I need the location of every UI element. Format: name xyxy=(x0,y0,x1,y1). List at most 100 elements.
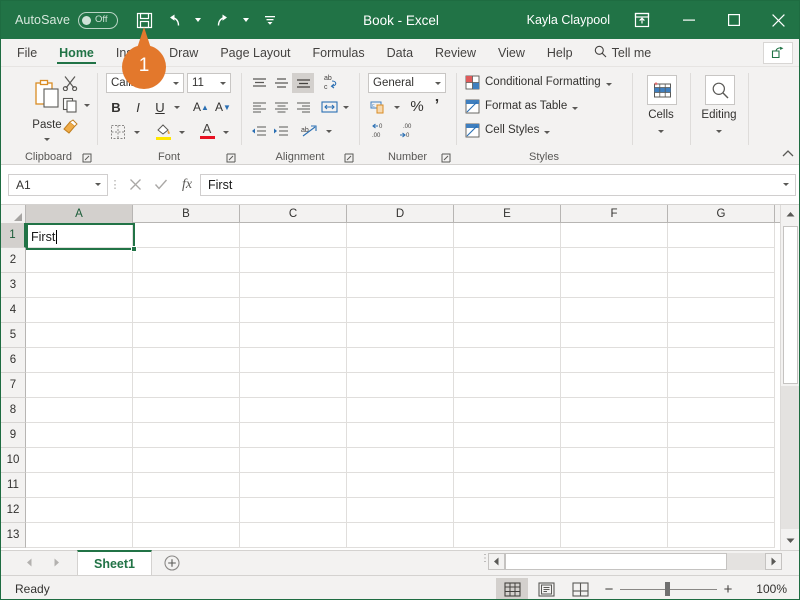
account-name[interactable]: Kayla Claypool xyxy=(527,13,610,27)
cell-G2[interactable] xyxy=(668,248,775,273)
row-header-2[interactable]: 2 xyxy=(1,248,26,273)
cell-B10[interactable] xyxy=(133,448,240,473)
cell-E13[interactable] xyxy=(454,523,561,548)
cell-D8[interactable] xyxy=(347,398,454,423)
name-box-chevron-down-icon[interactable] xyxy=(89,183,107,186)
tab-data[interactable]: Data xyxy=(376,39,424,66)
column-header-g[interactable]: G xyxy=(668,205,775,223)
editing-dropdown-icon[interactable] xyxy=(711,125,727,137)
cell-C11[interactable] xyxy=(240,473,347,498)
zoom-slider-thumb[interactable] xyxy=(665,582,670,596)
cell-A2[interactable] xyxy=(26,248,133,273)
row-header-11[interactable]: 11 xyxy=(1,473,26,498)
name-box[interactable]: A1 xyxy=(8,173,108,196)
row-header-5[interactable]: 5 xyxy=(1,323,26,348)
tab-file[interactable]: File xyxy=(1,39,48,66)
cell-D13[interactable] xyxy=(347,523,454,548)
cell-E1[interactable] xyxy=(454,223,561,248)
merge-dropdown-icon[interactable] xyxy=(340,97,352,117)
align-right-icon[interactable] xyxy=(292,97,314,117)
row-header-6[interactable]: 6 xyxy=(1,348,26,373)
column-header-d[interactable]: D xyxy=(347,205,454,223)
font-dialog-launcher[interactable] xyxy=(226,151,237,163)
cell-F13[interactable] xyxy=(561,523,668,548)
row-header-4[interactable]: 4 xyxy=(1,298,26,323)
cell-B7[interactable] xyxy=(133,373,240,398)
format-painter-brush-icon[interactable] xyxy=(59,117,81,137)
tab-help[interactable]: Help xyxy=(536,39,584,66)
percent-style-button[interactable]: % xyxy=(407,95,427,117)
scroll-right-arrow-icon[interactable] xyxy=(765,553,782,570)
underline-button[interactable]: U xyxy=(150,97,170,117)
horizontal-scrollbar-track[interactable] xyxy=(505,553,765,570)
comma-style-button[interactable]: ’ xyxy=(428,95,446,117)
accounting-dropdown-icon[interactable] xyxy=(391,97,403,117)
cell-E4[interactable] xyxy=(454,298,561,323)
cell-E6[interactable] xyxy=(454,348,561,373)
cell-B13[interactable] xyxy=(133,523,240,548)
zoom-level-label[interactable]: 100% xyxy=(739,582,787,596)
redo-icon[interactable] xyxy=(208,6,236,34)
cell-G9[interactable] xyxy=(668,423,775,448)
cell-E10[interactable] xyxy=(454,448,561,473)
scroll-left-arrow-icon[interactable] xyxy=(488,553,505,570)
conditional-formatting-button[interactable]: Conditional Formatting xyxy=(465,73,612,91)
cell-F6[interactable] xyxy=(561,348,668,373)
row-header-10[interactable]: 10 xyxy=(1,448,26,473)
cell-A7[interactable] xyxy=(26,373,133,398)
row-header-3[interactable]: 3 xyxy=(1,273,26,298)
cell-C6[interactable] xyxy=(240,348,347,373)
cell-F11[interactable] xyxy=(561,473,668,498)
cell-D4[interactable] xyxy=(347,298,454,323)
borders-icon[interactable] xyxy=(106,121,130,143)
cell-A12[interactable] xyxy=(26,498,133,523)
cell-F4[interactable] xyxy=(561,298,668,323)
grow-font-button[interactable]: A ▲ xyxy=(191,97,211,117)
cell-E5[interactable] xyxy=(454,323,561,348)
zoom-in-button[interactable]: + xyxy=(717,578,739,599)
cell-C2[interactable] xyxy=(240,248,347,273)
cell-C13[interactable] xyxy=(240,523,347,548)
column-header-a[interactable]: A xyxy=(26,205,133,223)
cell-C7[interactable] xyxy=(240,373,347,398)
clipboard-dialog-launcher[interactable] xyxy=(82,151,93,163)
tab-home[interactable]: Home xyxy=(48,39,105,66)
increase-indent-icon[interactable] xyxy=(270,121,292,141)
orientation-icon[interactable]: ab xyxy=(298,121,322,141)
cell-E2[interactable] xyxy=(454,248,561,273)
enter-check-icon[interactable] xyxy=(148,173,174,197)
decrease-decimal-icon[interactable]: .00 0 xyxy=(396,119,422,141)
cell-D5[interactable] xyxy=(347,323,454,348)
cell-B5[interactable] xyxy=(133,323,240,348)
cell-D6[interactable] xyxy=(347,348,454,373)
cell-G13[interactable] xyxy=(668,523,775,548)
cells-area[interactable] xyxy=(26,223,782,550)
row-header-1[interactable]: 1 xyxy=(1,223,26,248)
cell-F8[interactable] xyxy=(561,398,668,423)
cell-C10[interactable] xyxy=(240,448,347,473)
cell-D2[interactable] xyxy=(347,248,454,273)
cell-F2[interactable] xyxy=(561,248,668,273)
tab-formulas[interactable]: Formulas xyxy=(302,39,376,66)
cell-E12[interactable] xyxy=(454,498,561,523)
cell-F10[interactable] xyxy=(561,448,668,473)
cell-B6[interactable] xyxy=(133,348,240,373)
cell-C9[interactable] xyxy=(240,423,347,448)
scroll-up-arrow-icon[interactable] xyxy=(781,205,799,224)
fill-color-icon[interactable] xyxy=(151,119,175,143)
cell-D12[interactable] xyxy=(347,498,454,523)
cell-E7[interactable] xyxy=(454,373,561,398)
cell-G11[interactable] xyxy=(668,473,775,498)
cell-C4[interactable] xyxy=(240,298,347,323)
column-header-c[interactable]: C xyxy=(240,205,347,223)
cell-G7[interactable] xyxy=(668,373,775,398)
cell-A3[interactable] xyxy=(26,273,133,298)
cell-G3[interactable] xyxy=(668,273,775,298)
increase-decimal-icon[interactable]: 0 .00 xyxy=(368,119,394,141)
cell-G12[interactable] xyxy=(668,498,775,523)
tab-draw[interactable]: Draw xyxy=(158,39,209,66)
collapse-ribbon-chevron-icon[interactable] xyxy=(781,147,795,161)
minimize-button[interactable] xyxy=(666,1,711,39)
format-as-table-button[interactable]: Format as Table xyxy=(465,97,579,115)
cell-C3[interactable] xyxy=(240,273,347,298)
